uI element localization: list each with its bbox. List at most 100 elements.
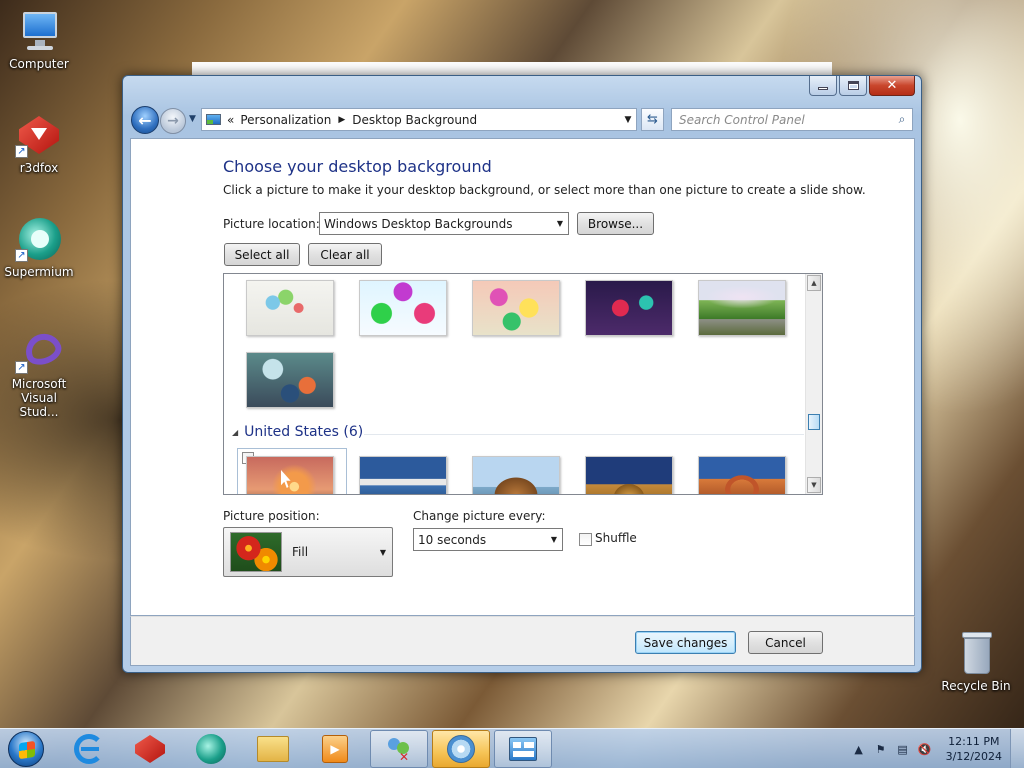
computer-icon bbox=[15, 8, 63, 54]
desktop-icon-visual-studio[interactable]: ↗ Microsoft Visual Stud... bbox=[2, 328, 76, 419]
taskbar-control-panel[interactable] bbox=[494, 730, 552, 768]
chevron-down-icon: ▼ bbox=[379, 547, 386, 557]
wallpaper-thumbnail[interactable] bbox=[359, 280, 447, 336]
desktop-background-window: ✕ ← → ▼ « Personalization ▶ Desktop Back… bbox=[122, 75, 922, 673]
breadcrumb-overflow[interactable]: « bbox=[227, 113, 234, 127]
network-icon[interactable]: ▤ bbox=[894, 740, 912, 758]
r3dfox-icon bbox=[135, 735, 165, 763]
change-picture-label: Change picture every: bbox=[413, 509, 546, 523]
taskbar-program-compatibility[interactable]: ✕ bbox=[370, 730, 428, 768]
select-all-button[interactable]: Select all bbox=[224, 243, 300, 266]
refresh-icon: ⇆ bbox=[647, 112, 658, 127]
collapse-triangle-icon[interactable]: ◢ bbox=[232, 428, 238, 437]
group-header-united-states[interactable]: ◢ United States (6) bbox=[232, 424, 363, 440]
wallpaper-thumbnail[interactable] bbox=[472, 456, 560, 494]
desktop-icon-supermium[interactable]: ↗ Supermium bbox=[2, 216, 76, 279]
back-button[interactable]: ← bbox=[131, 106, 159, 134]
windows-logo-icon bbox=[8, 731, 44, 767]
group-divider bbox=[364, 434, 804, 435]
picture-location-select[interactable]: Windows Desktop Backgrounds ▼ bbox=[319, 212, 569, 235]
desktop-icon-r3dfox[interactable]: ↗ r3dfox bbox=[2, 112, 76, 175]
gallery-scrollbar[interactable]: ▲ ▼ bbox=[805, 274, 822, 494]
breadcrumb-desktop-background[interactable]: Desktop Background bbox=[352, 113, 477, 127]
desktop-icon-computer[interactable]: Computer bbox=[2, 8, 76, 71]
minimize-button[interactable] bbox=[809, 76, 837, 96]
recent-pages-button[interactable]: ▼ bbox=[189, 114, 199, 126]
change-interval-select[interactable]: 10 seconds ▼ bbox=[413, 528, 563, 551]
taskbar-r3dfox[interactable] bbox=[121, 730, 179, 768]
cancel-button[interactable]: Cancel bbox=[748, 631, 823, 654]
internet-explorer-icon bbox=[74, 734, 104, 764]
save-changes-button[interactable]: Save changes bbox=[635, 631, 736, 654]
shortcut-arrow-icon: ↗ bbox=[15, 361, 28, 374]
dialog-footer: Save changes Cancel bbox=[130, 616, 915, 666]
breadcrumb-personalization[interactable]: Personalization bbox=[240, 113, 331, 127]
chevron-down-icon: ▼ bbox=[556, 219, 564, 228]
search-icon[interactable]: ⌕ bbox=[892, 112, 912, 127]
refresh-button[interactable]: ⇆ bbox=[641, 108, 664, 131]
media-player-icon: ▶ bbox=[322, 735, 348, 763]
start-button[interactable] bbox=[4, 729, 48, 768]
control-panel-icon bbox=[205, 112, 223, 128]
wallpaper-thumbnail[interactable] bbox=[246, 280, 334, 336]
picture-gallery[interactable]: ◢ United States (6) ▲ ▼ bbox=[223, 273, 823, 495]
show-hidden-icons-icon[interactable]: ▲ bbox=[850, 740, 868, 758]
close-button[interactable]: ✕ bbox=[869, 76, 915, 96]
scroll-up-icon[interactable]: ▲ bbox=[807, 275, 821, 291]
taskbar-internet-explorer[interactable] bbox=[60, 730, 118, 768]
picture-position-select[interactable]: Fill ▼ bbox=[223, 527, 393, 577]
maximize-button[interactable] bbox=[839, 76, 867, 96]
action-center-flag-icon[interactable]: ⚑ bbox=[872, 740, 890, 758]
wallpaper-thumbnail[interactable] bbox=[585, 456, 673, 494]
page-title: Choose your desktop background bbox=[223, 157, 492, 176]
search-placeholder: Search Control Panel bbox=[679, 112, 805, 127]
search-input[interactable]: Search Control Panel ⌕ bbox=[671, 108, 913, 131]
content-pane: Choose your desktop background Click a p… bbox=[130, 138, 915, 616]
scroll-down-icon[interactable]: ▼ bbox=[807, 477, 821, 493]
clock-date: 3/12/2024 bbox=[945, 750, 1002, 763]
show-desktop-button[interactable] bbox=[1010, 729, 1024, 768]
group-title: United States (6) bbox=[244, 424, 364, 440]
close-icon: ✕ bbox=[886, 78, 898, 93]
address-dropdown-icon[interactable]: ▼ bbox=[620, 115, 636, 125]
desktop-icon-label: r3dfox bbox=[19, 161, 59, 175]
wallpaper-thumbnail[interactable] bbox=[585, 280, 673, 336]
users-icon: ✕ bbox=[385, 736, 413, 764]
wallpaper-thumbnail[interactable] bbox=[698, 456, 786, 494]
shuffle-label[interactable]: Shuffle bbox=[595, 531, 637, 545]
chevron-down-icon: ▼ bbox=[189, 114, 196, 124]
clock[interactable]: 12:11 PM 3/12/2024 bbox=[946, 734, 1002, 764]
taskbar-supermium[interactable] bbox=[182, 730, 240, 768]
shuffle-checkbox[interactable] bbox=[579, 533, 592, 546]
breadcrumb-separator-icon[interactable]: ▶ bbox=[338, 115, 345, 125]
wallpaper-thumbnail[interactable] bbox=[246, 352, 334, 408]
shortcut-arrow-icon: ↗ bbox=[15, 145, 28, 158]
personalization-icon bbox=[447, 735, 475, 763]
picture-location-value: Windows Desktop Backgrounds bbox=[324, 216, 513, 231]
scrollbar-thumb[interactable] bbox=[808, 414, 820, 430]
clear-all-button[interactable]: Clear all bbox=[308, 243, 382, 266]
wallpaper-thumbnail[interactable] bbox=[698, 280, 786, 336]
forward-button[interactable]: → bbox=[160, 108, 186, 134]
taskbar-media-player[interactable]: ▶ bbox=[306, 730, 364, 768]
r3dfox-icon: ↗ bbox=[15, 112, 63, 158]
chevron-down-icon: ▼ bbox=[550, 535, 558, 544]
wallpaper-thumbnail[interactable] bbox=[472, 280, 560, 336]
desktop-icon-label: Computer bbox=[9, 57, 69, 71]
caption-buttons: ✕ bbox=[809, 76, 915, 96]
desktop-icon-recycle-bin[interactable]: Recycle Bin bbox=[938, 630, 1014, 693]
forward-arrow-icon: → bbox=[167, 113, 179, 129]
recycle-bin-icon bbox=[952, 630, 1000, 676]
taskbar-personalization[interactable] bbox=[432, 730, 490, 768]
wallpaper-thumbnail[interactable] bbox=[246, 456, 334, 494]
taskbar-explorer[interactable] bbox=[244, 730, 302, 768]
browse-button[interactable]: Browse... bbox=[577, 212, 654, 235]
maximize-icon bbox=[847, 81, 859, 90]
address-bar[interactable]: « Personalization ▶ Desktop Background ▼ bbox=[201, 108, 637, 131]
wallpaper-thumbnail[interactable] bbox=[359, 456, 447, 494]
position-preview-image bbox=[230, 532, 282, 572]
control-panel-icon bbox=[509, 737, 537, 761]
volume-muted-icon[interactable]: 🔇 bbox=[916, 740, 934, 758]
shortcut-arrow-icon: ↗ bbox=[15, 249, 28, 262]
supermium-icon: ↗ bbox=[15, 216, 63, 262]
